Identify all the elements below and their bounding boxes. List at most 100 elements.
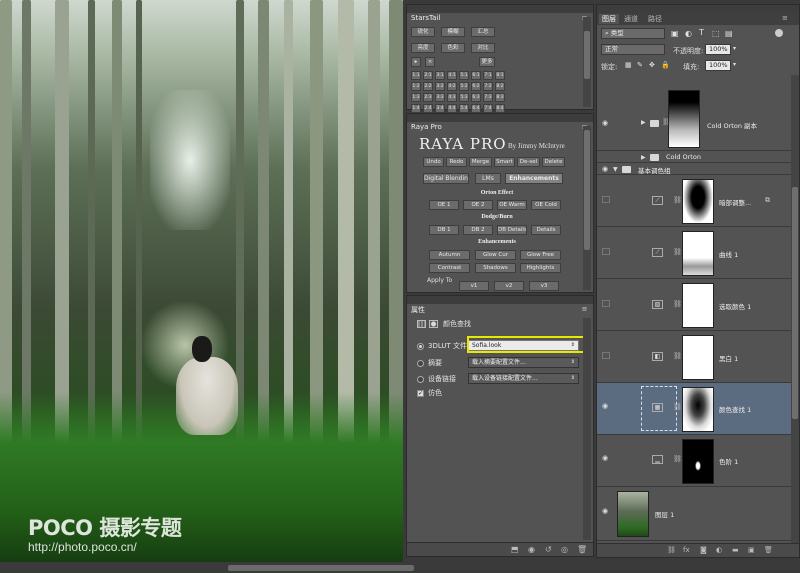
starstail-grid-button[interactable]: 8:1: [495, 71, 505, 80]
layer-filter-kind[interactable]: ⌕ 类型: [601, 28, 665, 39]
tab-raya-pro[interactable]: Raya Pro: [407, 122, 446, 133]
raya-tab-enhancements[interactable]: Enhancements: [505, 173, 563, 184]
layer-row[interactable]: ◧ ⛓ 黑白 1: [597, 331, 791, 383]
layer-image-thumbnail[interactable]: [617, 491, 649, 537]
starstail-grid-button[interactable]: 6:2: [471, 82, 481, 91]
starstail-grid-button[interactable]: 4:4: [447, 104, 457, 113]
layer-name[interactable]: 曲线 1: [719, 249, 738, 259]
starstail-grid-button[interactable]: 5:1: [459, 71, 469, 80]
raya-delete-button[interactable]: Delete: [542, 157, 565, 167]
starstail-grid-button[interactable]: 2:4: [423, 104, 433, 113]
raya-glow-free-button[interactable]: Glow Free: [520, 250, 561, 260]
raya-shadows-button[interactable]: Shadows: [475, 263, 516, 273]
raya-oe2-button[interactable]: OE 2: [463, 200, 493, 210]
layer-name[interactable]: 暗部调整...: [719, 197, 751, 207]
scroll-thumb[interactable]: [792, 187, 798, 419]
lut-file-radio[interactable]: [417, 342, 424, 350]
delete-icon[interactable]: 🗑: [577, 545, 587, 554]
blend-mode-dropdown[interactable]: 正常: [601, 44, 665, 55]
layer-row-selected[interactable]: ◉ ▦ ⛓ 颜色查找 1: [597, 383, 791, 435]
clip-to-layer-icon[interactable]: ⬒: [511, 545, 519, 554]
adjustment-filter-icon[interactable]: ◐: [685, 29, 692, 38]
view-previous-icon[interactable]: ◉: [528, 545, 535, 554]
visibility-eye-icon[interactable]: ◉: [602, 119, 608, 127]
layer-name[interactable]: 色阶 1: [719, 456, 738, 466]
starstail-grid-button[interactable]: 7:2: [483, 82, 493, 91]
panel-header-bar[interactable]: [407, 296, 593, 304]
starstail-grid-button[interactable]: 1:2: [411, 82, 421, 91]
starstail-grid-button[interactable]: 8:3: [495, 93, 505, 102]
layer-mask-thumbnail[interactable]: [682, 387, 714, 432]
visibility-toggle-box[interactable]: [602, 248, 610, 255]
starstail-grid-button[interactable]: 2:3: [423, 93, 433, 102]
starstail-grid-button[interactable]: 7:1: [483, 71, 493, 80]
raya-merge-button[interactable]: Merge: [469, 157, 492, 167]
reset-icon[interactable]: ↺: [545, 545, 552, 554]
starstail-scrollbar[interactable]: [583, 17, 591, 107]
layer-name[interactable]: 选取颜色 1: [719, 301, 751, 311]
opacity-slider-arrow-icon[interactable]: ▾: [733, 45, 736, 52]
layer-name[interactable]: 图层 1: [655, 509, 674, 519]
starstail-grid-button[interactable]: 1:3: [411, 93, 421, 102]
horizontal-scrollbar[interactable]: [0, 563, 800, 573]
fill-input[interactable]: 100%: [705, 60, 731, 71]
shape-filter-icon[interactable]: ⬚: [712, 29, 720, 38]
starstail-btn-sharpen[interactable]: 锐化: [411, 27, 435, 37]
starstail-grid-button[interactable]: 6:1: [471, 71, 481, 80]
tab-paths[interactable]: 路径: [648, 14, 662, 24]
starstail-btn-contrast[interactable]: 对比: [471, 43, 495, 53]
layer-row[interactable]: ◉ ▼ 基本调色组: [597, 163, 791, 175]
layer-name[interactable]: 基本调色组: [638, 165, 671, 175]
layer-mask-thumbnail[interactable]: [682, 283, 714, 328]
tab-starstail[interactable]: StarsTail: [407, 13, 445, 24]
lut-file-option[interactable]: 3DLUT 文件: [417, 340, 467, 352]
new-layer-icon[interactable]: ▣: [748, 546, 755, 554]
raya-smart-button[interactable]: Smart: [494, 157, 515, 167]
abstract-option[interactable]: 摘要: [417, 357, 442, 369]
dither-checkbox[interactable]: ✓: [417, 389, 424, 397]
starstail-play-icon[interactable]: ▸: [411, 57, 421, 67]
raya-db1-button[interactable]: DB 1: [429, 225, 459, 235]
panel-header-bar[interactable]: [597, 5, 799, 13]
filter-toggle-icon[interactable]: [775, 29, 783, 37]
raya-highlights-button[interactable]: Highlights: [520, 263, 561, 273]
panel-menu-icon[interactable]: ≡: [782, 14, 788, 22]
raya-tab-digital-blending[interactable]: Digital Blending: [423, 173, 469, 184]
layer-row[interactable]: ▶ Cold Orton: [597, 151, 791, 163]
visibility-eye-icon[interactable]: ◉: [602, 454, 608, 462]
starstail-grid-button[interactable]: 8:2: [495, 82, 505, 91]
starstail-grid-button[interactable]: 6:3: [471, 93, 481, 102]
raya-tab-lms[interactable]: LMs: [475, 173, 501, 184]
starstail-btn-color[interactable]: 色彩: [441, 43, 465, 53]
abstract-radio[interactable]: [417, 359, 424, 367]
starstail-grid-button[interactable]: 1:1: [411, 71, 421, 80]
layer-row[interactable]: ◉ ▶ ⛓ Cold Orton 副本: [597, 75, 791, 151]
starstail-grid-button[interactable]: 3:1: [435, 71, 445, 80]
layer-mask-thumbnail[interactable]: [682, 335, 714, 380]
device-link-dropdown[interactable]: 载入设备链接配置文件... ⇕: [468, 373, 579, 384]
tab-channels[interactable]: 通道: [624, 14, 638, 24]
raya-details-button[interactable]: Details: [531, 225, 561, 235]
layer-style-icon[interactable]: fx: [683, 546, 690, 554]
scroll-thumb[interactable]: [584, 31, 590, 79]
link-layers-icon[interactable]: ⛓: [667, 546, 676, 554]
new-adjustment-icon[interactable]: ◐: [716, 546, 722, 554]
device-link-option[interactable]: 设备链接: [417, 373, 456, 385]
visibility-icon[interactable]: ◎: [561, 545, 568, 554]
lock-all-icon[interactable]: 🔒: [661, 61, 670, 69]
raya-undo-button[interactable]: Undo: [423, 157, 444, 167]
fill-slider-arrow-icon[interactable]: ▾: [733, 61, 736, 68]
new-group-icon[interactable]: ▬: [732, 546, 739, 554]
starstail-grid-button[interactable]: 3:4: [435, 104, 445, 113]
starstail-grid-button[interactable]: 3:3: [435, 93, 445, 102]
delete-layer-icon[interactable]: 🗑: [764, 546, 773, 554]
starstail-btn-brightness[interactable]: 亮度: [411, 43, 435, 53]
visibility-eye-icon[interactable]: ◉: [602, 165, 608, 173]
layer-row[interactable]: ⟋ ⛓ 曲线 1: [597, 227, 791, 279]
starstail-grid-button[interactable]: 3:2: [435, 82, 445, 91]
layer-name[interactable]: Cold Orton 副本: [707, 120, 757, 130]
layer-name[interactable]: 黑白 1: [719, 353, 738, 363]
add-mask-icon[interactable]: ◙: [700, 546, 707, 554]
starstail-grid-button[interactable]: 1:4: [411, 104, 421, 113]
starstail-btn-more[interactable]: 更多: [479, 57, 495, 67]
